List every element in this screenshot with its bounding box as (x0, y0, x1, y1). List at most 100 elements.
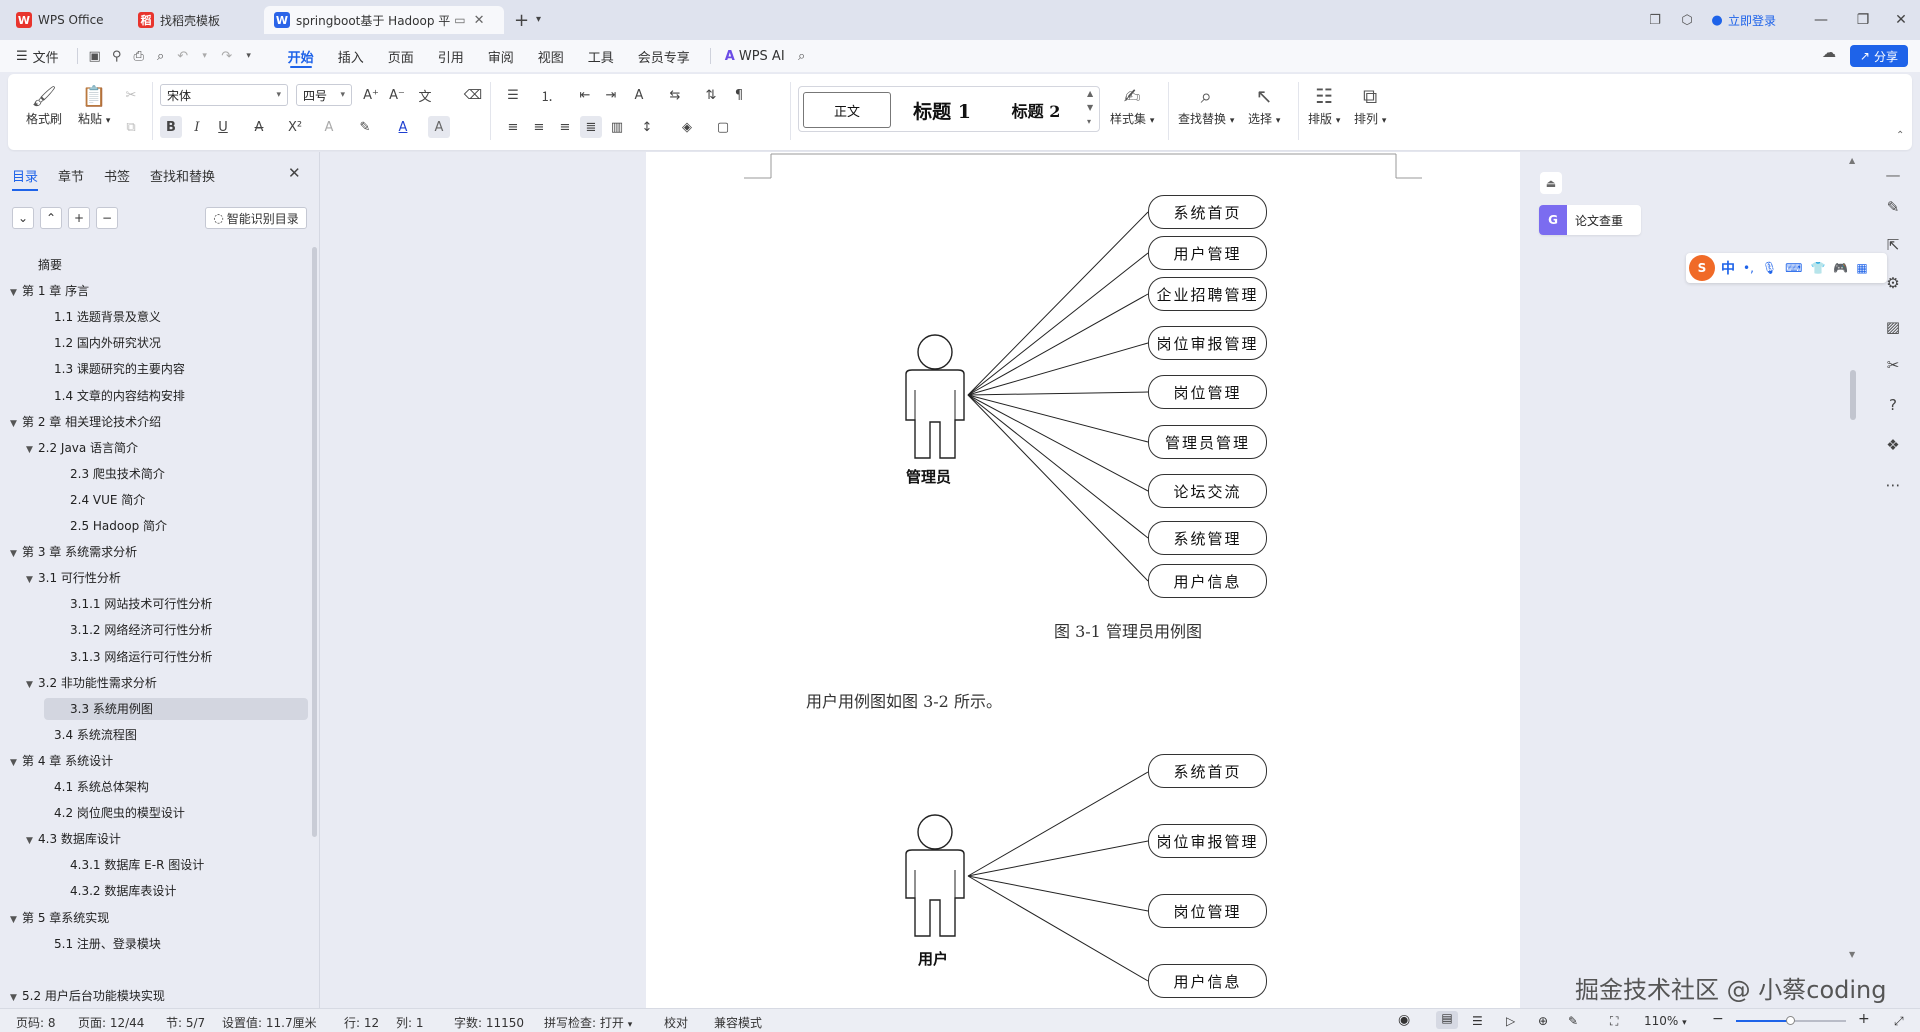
search-icon[interactable]: ⌕ (791, 45, 813, 67)
toc-item[interactable]: 2.5 Hadoop 简介 (70, 515, 167, 537)
quick-access-dropdown-icon[interactable]: ▾ (238, 45, 260, 67)
more-icon[interactable]: ⋯ (1880, 472, 1906, 498)
fit-page-icon[interactable]: ⛶ (1610, 1014, 1618, 1029)
status-setting[interactable]: 设置值: 11.7厘米 (222, 1014, 317, 1031)
image-edit-icon[interactable]: ▨ (1880, 314, 1906, 340)
shading-icon[interactable]: ◈ (676, 116, 698, 138)
zoom-in-icon[interactable]: + (1858, 1011, 1870, 1027)
close-tab-icon[interactable]: ✕ (474, 13, 485, 28)
scroll-up-icon[interactable]: ▲ (1849, 156, 1855, 165)
toc-expand-arrow-icon[interactable]: ▼ (26, 674, 38, 696)
restore-icon[interactable]: ❐ (1844, 0, 1882, 40)
punctuation-icon[interactable]: •, (1743, 261, 1754, 275)
shrink-font-icon[interactable]: A⁻ (386, 84, 408, 106)
align-center-icon[interactable]: ≡ (528, 116, 550, 138)
show-marks-icon[interactable]: ¶ (728, 84, 750, 106)
game-icon[interactable]: 🎮 (1833, 261, 1848, 275)
toc-expand-arrow-icon[interactable]: ▼ (10, 909, 22, 931)
skin-icon[interactable]: 👕 (1810, 261, 1825, 275)
toc-item[interactable]: 3.4 系统流程图 (54, 724, 137, 746)
toc-item[interactable]: 1.1 选题背景及意义 (54, 306, 161, 328)
undo-dropdown-icon[interactable]: ▾ (194, 45, 216, 67)
save-icon[interactable]: ▣ (84, 45, 106, 67)
align-right-icon[interactable]: ≡ (554, 116, 576, 138)
toc-expand-arrow-icon[interactable]: ▼ (26, 569, 38, 591)
page-view-icon[interactable]: ▤ (1436, 1011, 1458, 1029)
bullet-list-icon[interactable]: ☰ (502, 84, 524, 106)
toc-expand-arrow-icon[interactable]: ▼ (10, 543, 22, 565)
status-col[interactable]: 列: 1 (396, 1014, 424, 1031)
increase-indent-icon[interactable]: ⇥ (600, 84, 622, 106)
fullscreen-icon[interactable]: ⤢ (1894, 1014, 1904, 1029)
zoom-slider-thumb[interactable] (1786, 1016, 1795, 1025)
menu-page[interactable]: 页面 (376, 40, 426, 72)
toc-item[interactable]: 5.1 注册、登录模块 (54, 933, 161, 955)
toc-expand-arrow-icon[interactable]: ▼ (10, 282, 22, 304)
grow-font-icon[interactable]: A⁺ (360, 84, 382, 106)
toc-item[interactable]: ▼ 第 1 章 序言 (10, 280, 89, 302)
menu-start[interactable]: 开始 (276, 40, 326, 72)
tab-document[interactable]: W springboot基于 Hadoop 平 ▭ ✕ (264, 6, 504, 34)
web-view-icon[interactable]: ⊕ (1538, 1014, 1548, 1028)
new-tab-icon[interactable]: + (514, 10, 529, 31)
zoom-select[interactable]: 110% ▾ (1644, 1014, 1687, 1028)
scroll-down-icon[interactable]: ▼ (1849, 950, 1855, 959)
style-expand-icon[interactable]: ▾ (1087, 117, 1091, 126)
toc-item[interactable]: 摘要 (38, 254, 62, 276)
toc-item-selected[interactable]: 3.3 系统用例图 (44, 697, 308, 720)
tools-icon[interactable]: ✂ (1880, 352, 1906, 378)
numbered-list-icon[interactable]: ⒈ (536, 84, 558, 106)
font-color-icon[interactable]: A (392, 116, 414, 138)
paste-button[interactable]: 📋 粘贴 ▾ (78, 82, 110, 127)
cube-icon[interactable]: ⬡ (1676, 9, 1698, 31)
menu-insert[interactable]: 插入 (326, 40, 376, 72)
menu-reference[interactable]: 引用 (426, 40, 476, 72)
toc-item[interactable]: 2.3 爬虫技术简介 (70, 463, 165, 485)
menu-tools[interactable]: 工具 (576, 40, 626, 72)
print-icon[interactable]: ⎙ (128, 45, 150, 67)
toc-item[interactable]: 1.3 课题研究的主要内容 (54, 358, 185, 380)
toc-item[interactable]: 2.4 VUE 简介 (70, 489, 145, 511)
nav-tab-find-replace[interactable]: 查找和替换 (150, 166, 215, 185)
redo-icon[interactable]: ↷ (216, 45, 238, 67)
superscript-icon[interactable]: X² (284, 116, 306, 138)
print-preview-icon[interactable]: ⌕ (150, 45, 172, 67)
comment-icon[interactable]: ☁ (1822, 45, 1836, 61)
select-arrow-icon[interactable]: ⇱ (1880, 232, 1906, 258)
layout-button[interactable]: ☷ 排版 ▾ (1308, 82, 1340, 127)
nav-tab-bookmark[interactable]: 书签 (104, 166, 130, 185)
collapse-panel-icon[interactable]: ⏏ (1540, 172, 1562, 194)
toc-expand-arrow-icon[interactable]: ▼ (26, 830, 38, 852)
style-scroll-down-icon[interactable]: ▼ (1087, 103, 1093, 112)
keyboard-icon[interactable]: ⌨ (1785, 261, 1802, 275)
style-heading-2[interactable]: 标题 2 (991, 92, 1081, 128)
align-left-icon[interactable]: ≡ (502, 116, 524, 138)
status-spellcheck[interactable]: 拼写检查: 打开 ▾ (544, 1014, 632, 1031)
tab-wps-office[interactable]: W WPS Office (6, 6, 122, 34)
expand-all-icon[interactable]: ⌄ (12, 207, 34, 229)
status-page[interactable]: 页面: 12/44 (78, 1014, 144, 1031)
underline-icon[interactable]: U (212, 116, 234, 138)
phonetic-guide-icon[interactable]: 文 (414, 84, 436, 106)
font-name-select[interactable]: 宋体 ▾ (160, 84, 288, 106)
toc-item[interactable]: 1.2 国内外研究状况 (54, 332, 161, 354)
zoom-slider[interactable] (1736, 1016, 1846, 1025)
nav-tab-chapter[interactable]: 章节 (58, 166, 84, 185)
close-nav-icon[interactable]: ✕ (288, 164, 301, 182)
vertical-scrollbar[interactable]: ▲ ▼ (1849, 156, 1856, 960)
smart-toc-button[interactable]: ◌ 智能识别目录 (205, 207, 307, 229)
toc-item[interactable]: 3.1.2 网络经济可行性分析 (70, 619, 212, 641)
toc-expand-arrow-icon[interactable]: ▼ (10, 413, 22, 435)
nav-scrollbar[interactable] (312, 247, 317, 837)
play-icon[interactable]: ▷ (1506, 1014, 1515, 1028)
eye-protection-icon[interactable]: ◉ (1398, 1012, 1410, 1028)
lunwen-check-button[interactable]: G 论文查重 (1539, 205, 1641, 235)
scrollbar-thumb[interactable] (1850, 370, 1856, 420)
italic-icon[interactable]: I (186, 116, 208, 138)
style-scroll-up-icon[interactable]: ▲ (1087, 89, 1093, 98)
clear-format-icon[interactable]: ⌫ (462, 84, 484, 106)
wps-ai-button[interactable]: A WPS AI (719, 40, 791, 72)
sort-icon[interactable]: ⇅ (700, 84, 722, 106)
font-size-select[interactable]: 四号 ▾ (296, 84, 352, 106)
toc-expand-arrow-icon[interactable]: ▼ (26, 439, 38, 461)
